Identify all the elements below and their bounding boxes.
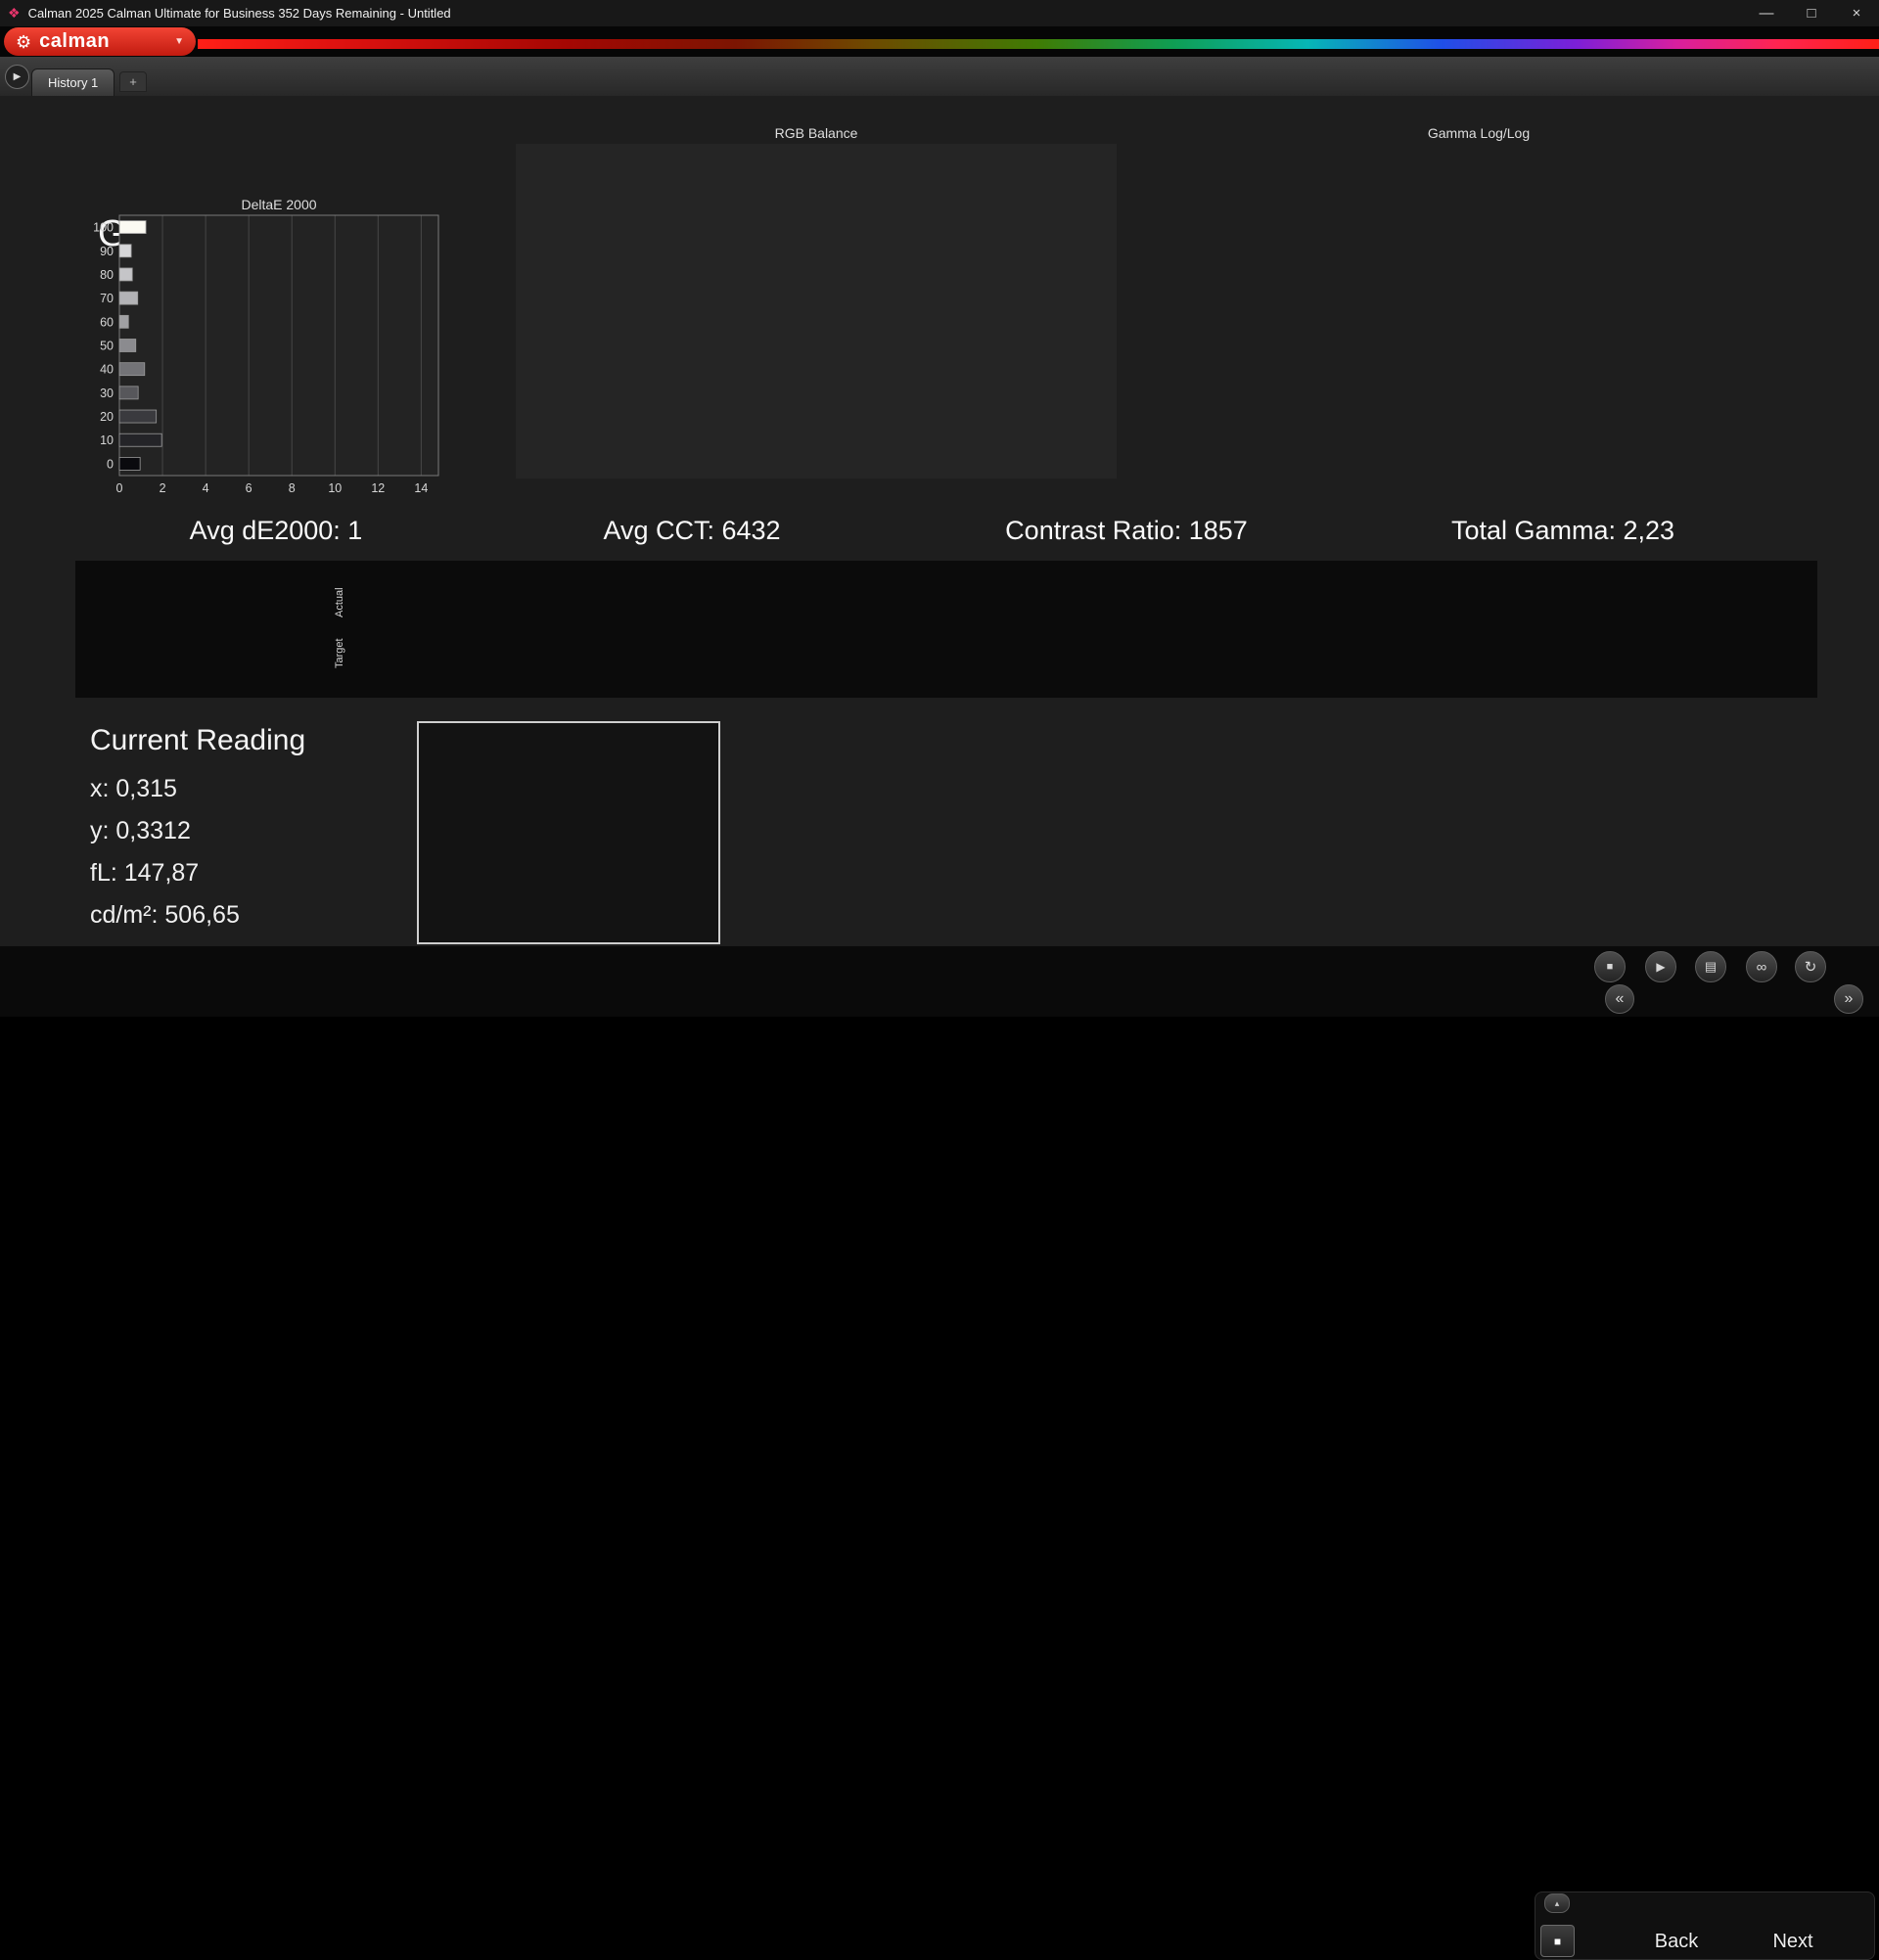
add-tab-button[interactable]: + [119, 71, 147, 92]
svg-text:100: 100 [93, 221, 114, 235]
grayscale-swatch-strip: Actual Target [75, 561, 1817, 698]
rgb-balance-chart [486, 138, 1128, 511]
panel-collapse-button[interactable]: ▴ [1544, 1893, 1570, 1913]
svg-text:40: 40 [100, 363, 114, 377]
svg-text:90: 90 [100, 245, 114, 258]
svg-text:30: 30 [100, 387, 114, 400]
logo-text: calman [39, 30, 111, 52]
refresh-button[interactable]: ↻ [1795, 951, 1826, 982]
tab-history-1[interactable]: History 1 [31, 68, 115, 96]
minimize-button[interactable]: — [1744, 0, 1789, 26]
stat-contrast-ratio: Contrast Ratio: 1857 [1005, 516, 1248, 545]
play-icon: ▶ [1656, 960, 1666, 974]
link-infinity-icon: ∞ [1756, 958, 1767, 976]
next-chevron-button[interactable]: » [1834, 984, 1863, 1014]
svg-text:0: 0 [107, 457, 114, 471]
window-title: Calman 2025 Calman Ultimate for Business… [27, 6, 451, 21]
link-button[interactable]: ∞ [1746, 951, 1777, 982]
tab-scroll-button[interactable]: ▶ [5, 65, 29, 89]
chevron-up-icon: ▴ [1554, 1897, 1560, 1908]
swatch-target-label: Target [334, 638, 345, 669]
cie-chart-panel [417, 721, 720, 944]
close-button[interactable]: × [1834, 0, 1879, 26]
svg-text:2: 2 [160, 481, 166, 495]
stat-avg-de2000: Avg dE2000: 1 [189, 516, 363, 545]
current-reading-x: x: 0,315 [90, 775, 177, 802]
back-chevron-button[interactable]: « [1605, 984, 1634, 1014]
back-button[interactable]: Back [1655, 1931, 1698, 1953]
refresh-icon: ↻ [1804, 959, 1817, 976]
svg-text:14: 14 [414, 481, 428, 495]
save-button[interactable]: ▤ [1695, 951, 1726, 982]
svg-text:60: 60 [100, 315, 114, 329]
play-icon: ▶ [13, 71, 22, 82]
current-reading-cdm2: cd/m²: 506,65 [90, 901, 240, 929]
pattern-window-button[interactable]: ■ [1540, 1925, 1575, 1957]
svg-text:0: 0 [116, 481, 123, 495]
svg-text:6: 6 [246, 481, 252, 495]
svg-text:12: 12 [371, 481, 385, 495]
stop-button[interactable]: ■ [1594, 951, 1626, 982]
gamma-chart-title: Gamma Log/Log [1427, 125, 1531, 141]
svg-text:4: 4 [203, 481, 209, 495]
svg-text:80: 80 [100, 268, 114, 282]
next-button[interactable]: Next [1772, 1931, 1812, 1953]
chevrons-right-icon: » [1844, 990, 1854, 1007]
title-bar: ❖ Calman 2025 Calman Ultimate for Busine… [0, 0, 1879, 26]
app-icon: ❖ [8, 5, 21, 21]
svg-text:10: 10 [328, 481, 342, 495]
calman-logo-menu[interactable]: ⚙ calman ▼ [4, 27, 196, 56]
brand-row: ⚙ calman ▼ [0, 26, 1879, 57]
transport-panel [1535, 1892, 1875, 1960]
svg-text:10: 10 [100, 433, 114, 447]
current-reading-title: Current Reading [90, 724, 306, 756]
play-button[interactable]: ▶ [1645, 951, 1676, 982]
pattern-level-bar: ▴ ■ ▶ ▤ ∞ ↻ ■ « Back Next » [0, 946, 1879, 1960]
stat-total-gamma: Total Gamma: 2,23 [1450, 516, 1675, 545]
stop-icon: ■ [1606, 961, 1614, 973]
current-reading-y: y: 0,3312 [90, 817, 191, 844]
current-reading-fl: fL: 147,87 [90, 859, 200, 887]
deltae-chart: 0 2 4 6 8 10 12 14 0 10 20 30 40 50 60 70 80 90 100 [84, 209, 448, 508]
chevrons-left-icon: « [1615, 990, 1625, 1007]
svg-text:8: 8 [289, 481, 296, 495]
main-content: Grayscale DeltaE 2000 RGB Balance Gamma … [0, 96, 1879, 946]
save-icon: ▤ [1704, 959, 1718, 974]
svg-text:70: 70 [100, 292, 114, 305]
layout-square-icon: ■ [1553, 1934, 1562, 1948]
chevron-down-icon: ▼ [174, 36, 184, 47]
maximize-button[interactable]: □ [1789, 0, 1834, 26]
svg-text:50: 50 [100, 340, 114, 353]
stat-avg-cct: Avg CCT: 6432 [603, 516, 781, 545]
tab-bar: ▶ History 1 + X-Rite i1Pro 2 Direct View… [0, 57, 1879, 152]
swatch-actual-label: Actual [334, 587, 345, 618]
svg-text:20: 20 [100, 410, 114, 424]
rainbow-strip [198, 39, 1879, 49]
gear-logo-icon: ⚙ [16, 31, 32, 52]
